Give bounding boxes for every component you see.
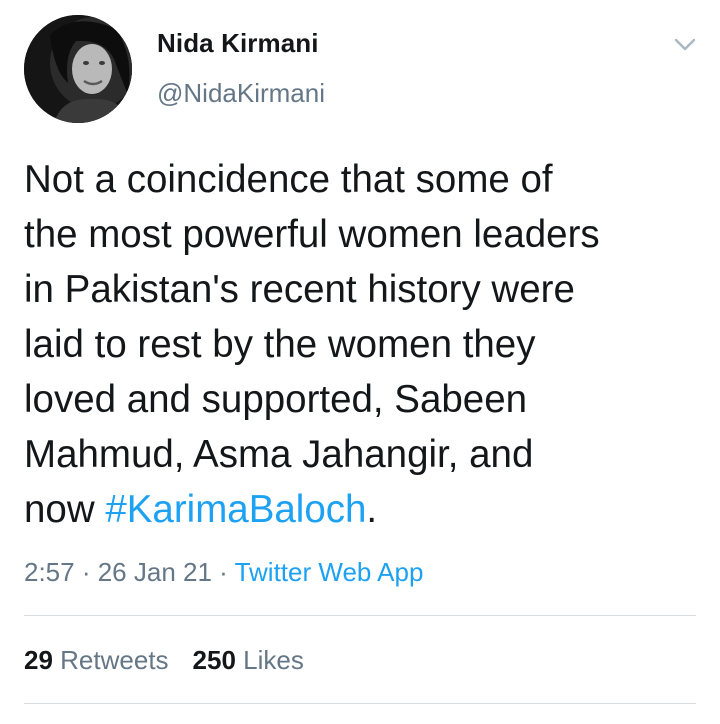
tweet-text-suffix: . xyxy=(366,488,378,531)
avatar-image xyxy=(24,15,132,123)
tweet-text-line: Not a coincidence that some of xyxy=(24,158,553,201)
tweet-time[interactable]: 2:57 xyxy=(24,557,75,587)
author-display-name[interactable]: Nida Kirmani xyxy=(157,28,319,59)
tweet-meta: 2:57 · 26 Jan 21 · Twitter Web App xyxy=(24,557,423,588)
likes-count: 250 xyxy=(192,645,236,675)
tweet-text-line: in Pakistan's recent history were xyxy=(24,268,575,311)
retweets-label: Retweets xyxy=(60,645,169,675)
tweet-stats: 29 Retweets 250 Likes xyxy=(24,645,304,676)
retweets-stat[interactable]: 29 Retweets xyxy=(24,645,169,675)
tweet-card: Nida Kirmani @NidaKirmani Not a coincide… xyxy=(0,0,720,724)
tweet-text-last-line: now #KarimaBaloch. xyxy=(24,482,704,537)
tweet-source-link[interactable]: Twitter Web App xyxy=(235,557,424,587)
meta-separator: · xyxy=(74,557,98,587)
tweet-text-line: loved and supported, Sabeen xyxy=(24,378,528,421)
tweet-date[interactable]: 26 Jan 21 xyxy=(98,557,212,587)
author-handle[interactable]: @NidaKirmani xyxy=(157,78,325,109)
tweet-text-prefix: now xyxy=(24,488,106,531)
retweets-count: 29 xyxy=(24,645,53,675)
tweet-text-line: the most powerful women leaders xyxy=(24,213,600,256)
hashtag-link[interactable]: #KarimaBaloch xyxy=(105,488,366,531)
tweet-text: Not a coincidence that some of the most … xyxy=(24,152,704,537)
tweet-text-line: laid to rest by the women they xyxy=(24,323,536,366)
avatar[interactable] xyxy=(24,15,132,123)
tweet-text-line: Mahmud, Asma Jahangir, and xyxy=(24,433,534,476)
divider xyxy=(24,615,696,616)
divider xyxy=(24,703,696,704)
chevron-down-icon[interactable] xyxy=(670,32,700,56)
likes-stat[interactable]: 250 Likes xyxy=(193,645,304,675)
meta-separator: · xyxy=(211,557,235,587)
likes-label: Likes xyxy=(243,645,304,675)
